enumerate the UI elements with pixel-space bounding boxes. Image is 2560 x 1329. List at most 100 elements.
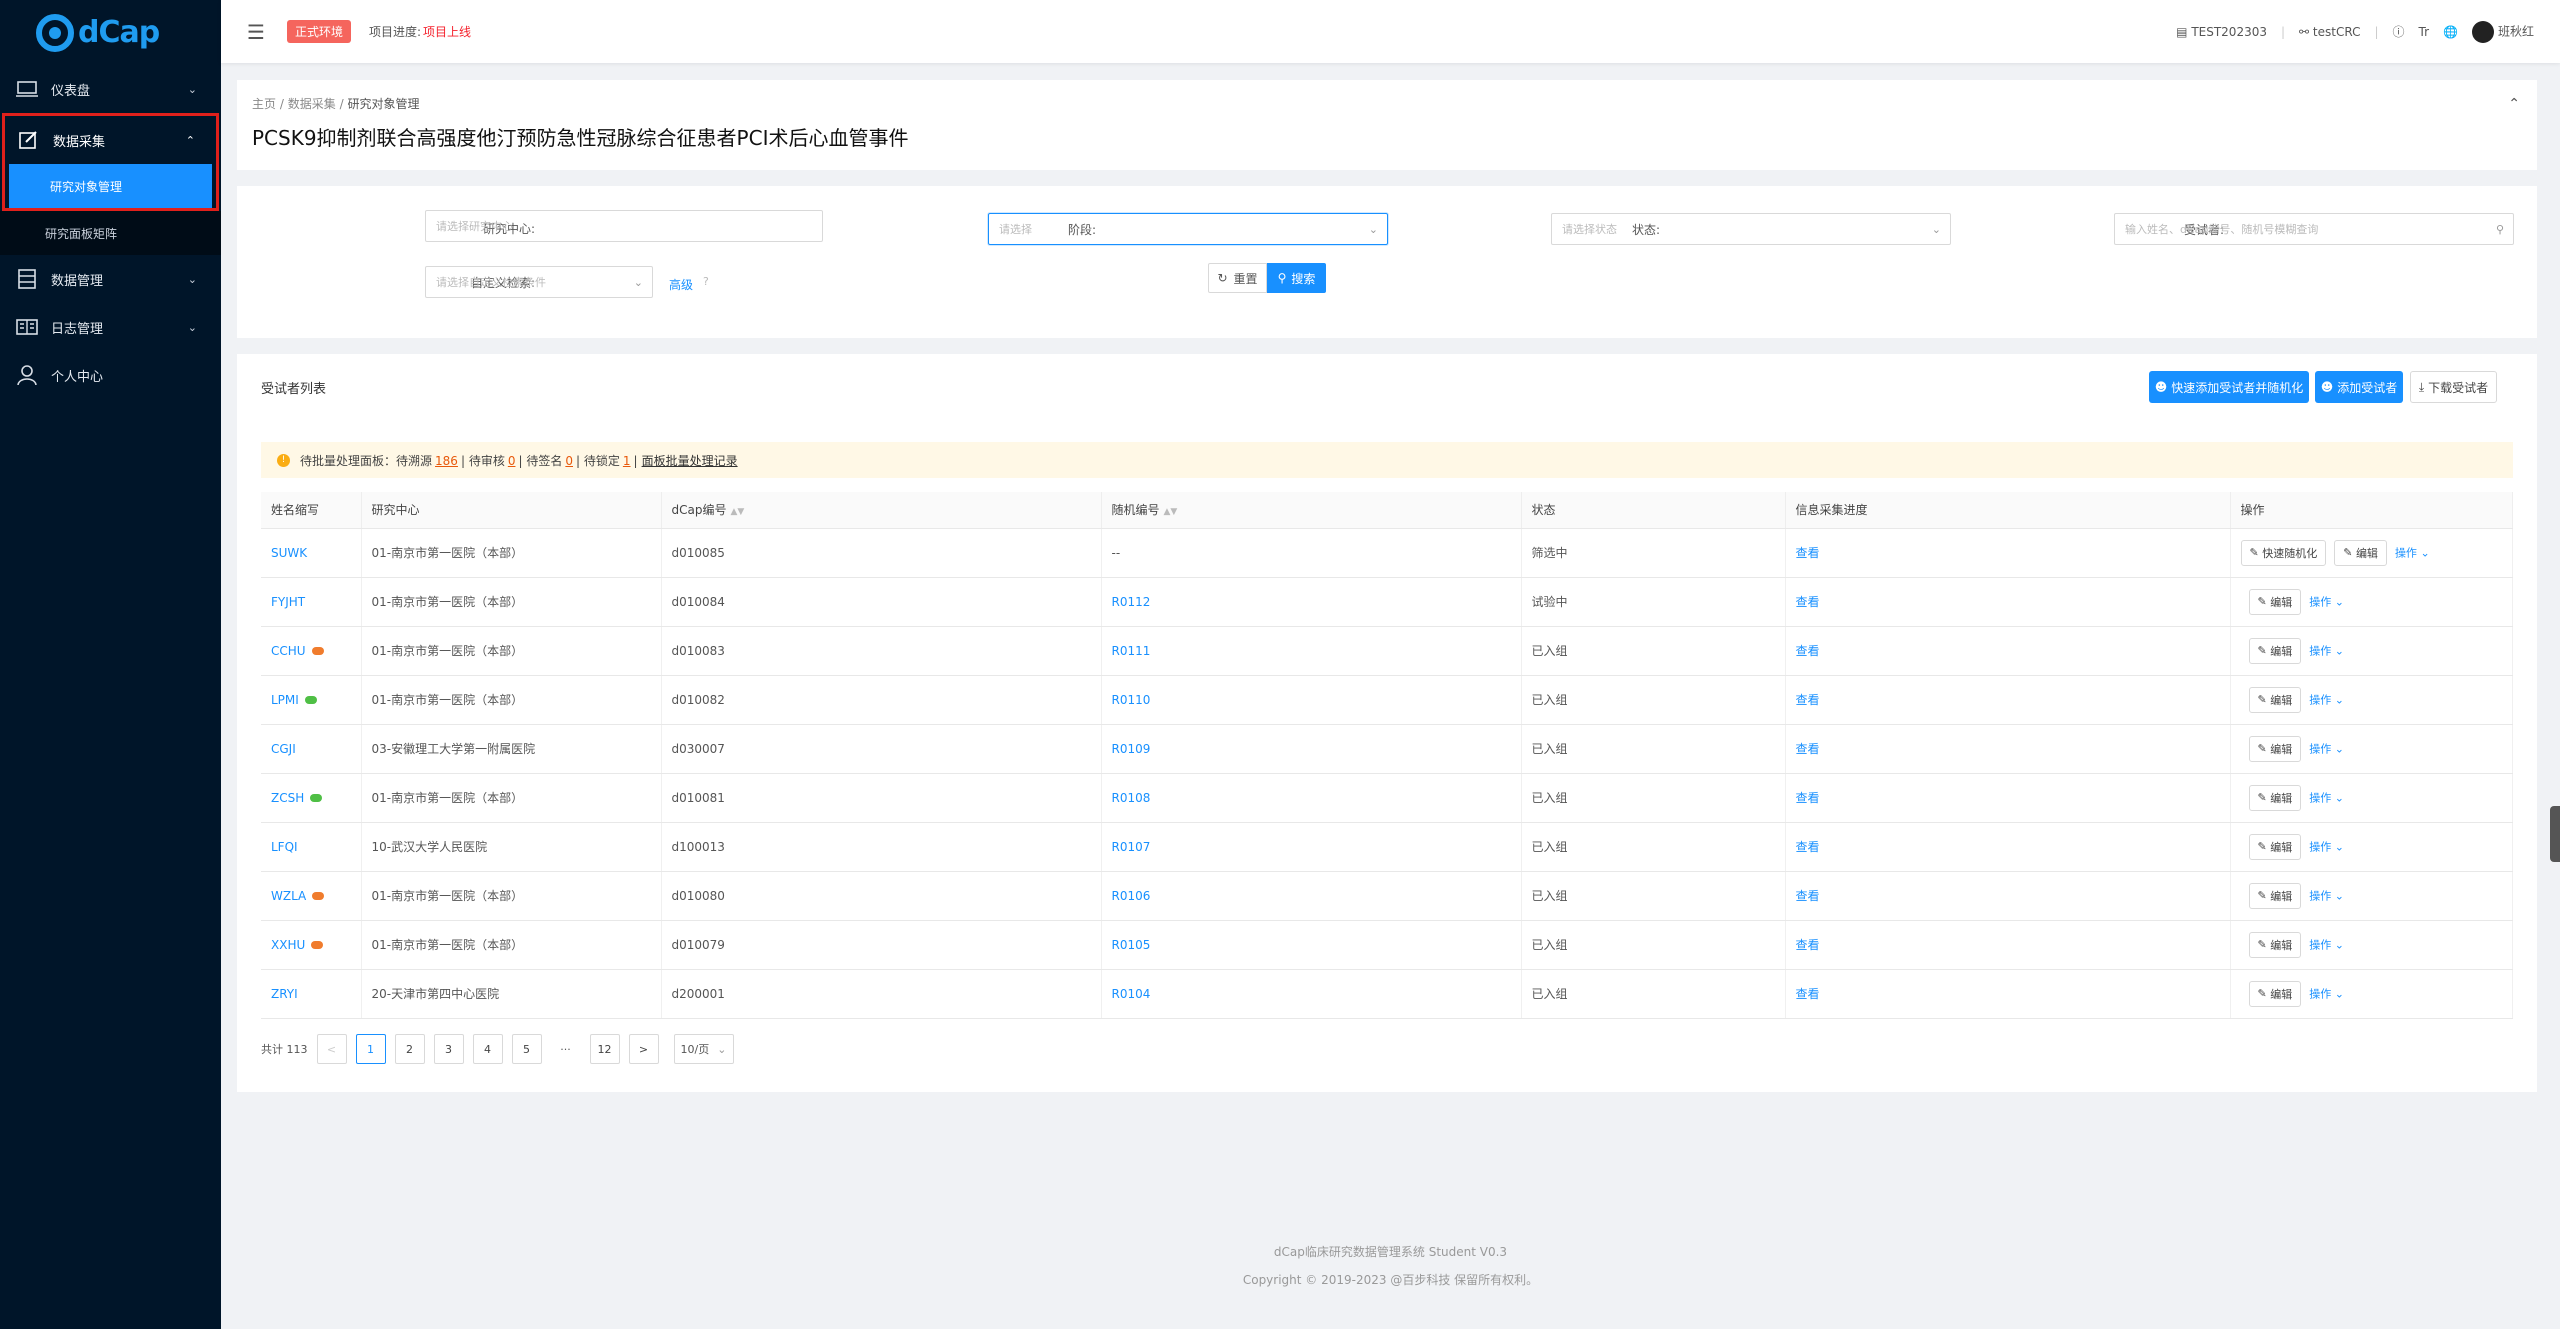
wechat-icon[interactable] (310, 794, 323, 802)
edit-button[interactable]: ✎ 编辑 (2248, 686, 2302, 713)
sidebar-subitem-panel-matrix[interactable]: 研究面板矩阵 (0, 211, 221, 255)
project-switcher[interactable]: ▤ TEST202303 (2176, 25, 2267, 39)
cell-progress-link[interactable]: 查看 (1785, 969, 2231, 1019)
cell-name[interactable]: SUWK (261, 528, 362, 578)
subject-initials[interactable]: LPMI (271, 693, 299, 707)
breadcrumb-data-collection[interactable]: 数据采集 (288, 97, 336, 111)
cell-random-id[interactable]: R0112 (1101, 577, 1522, 627)
subject-initials[interactable]: FYJHT (271, 595, 305, 609)
status-select[interactable]: 请选择状态 ⌄ (1551, 213, 1951, 245)
advanced-search-link[interactable]: 高级 (669, 276, 693, 293)
cell-progress-link[interactable]: 查看 (1785, 528, 2231, 578)
more-actions-dropdown[interactable]: 操作 ⌄ (2309, 693, 2344, 706)
add-subject-button[interactable]: ☻ 添加受试者 (2315, 371, 2403, 403)
sidebar-item-dashboard[interactable]: 仪表盘 ⌄ (0, 65, 221, 113)
page-button-4[interactable]: 4 (472, 1034, 503, 1064)
edit-button[interactable]: ✎ 编辑 (2248, 735, 2302, 762)
cell-name[interactable]: LPMI (261, 675, 362, 725)
page-button-3[interactable]: 3 (433, 1034, 464, 1064)
cell-name[interactable]: CCHU (261, 626, 362, 676)
sidebar-item-data-collection[interactable]: 数据采集 ⌃ (5, 116, 216, 164)
cell-name[interactable]: ZCSH (261, 773, 362, 823)
cell-progress-link[interactable]: 查看 (1785, 871, 2231, 921)
quick-randomize-button[interactable]: ✎ 快速随机化 (2240, 539, 2327, 566)
subject-initials[interactable]: ZCSH (271, 791, 304, 805)
page-button-5[interactable]: 5 (511, 1034, 542, 1064)
col-header-dcap[interactable]: dCap编号 ▲▼ (661, 492, 1102, 529)
reset-button[interactable]: ↻ 重置 (1208, 263, 1267, 293)
sidebar-item-data-management[interactable]: 数据管理 ⌄ (0, 255, 221, 303)
edit-button[interactable]: ✎ 编辑 (2248, 931, 2302, 958)
more-actions-dropdown[interactable]: 操作 ⌄ (2309, 840, 2344, 853)
cell-random-id[interactable]: R0111 (1101, 626, 1522, 676)
subject-initials[interactable]: CCHU (271, 644, 306, 658)
side-scroll-handle[interactable] (2550, 806, 2560, 862)
sidebar-item-personal-center[interactable]: 个人中心 (0, 351, 221, 399)
page-button-12[interactable]: 12 (589, 1034, 620, 1064)
cell-random-id[interactable]: R0110 (1101, 675, 1522, 725)
more-actions-dropdown[interactable]: 操作 ⌄ (2309, 889, 2344, 902)
cell-random-id[interactable]: R0106 (1101, 871, 1522, 921)
sidebar-subitem-subject-management[interactable]: 研究对象管理 (9, 164, 212, 208)
more-actions-dropdown[interactable]: 操作 ⌄ (2309, 644, 2344, 657)
more-actions-dropdown[interactable]: 操作 ⌄ (2309, 595, 2344, 608)
language-icon[interactable]: 🌐 (2443, 25, 2458, 39)
cell-progress-link[interactable]: 查看 (1785, 675, 2231, 725)
app-logo[interactable]: dCap (0, 0, 221, 65)
alert-count[interactable]: 1 (623, 454, 631, 468)
more-actions-dropdown[interactable]: 操作 ⌄ (2309, 791, 2344, 804)
subject-initials[interactable]: XXHU (271, 938, 305, 952)
cell-name[interactable]: ZRYI (261, 969, 362, 1019)
edit-button[interactable]: ✎ 编辑 (2248, 980, 2302, 1007)
quick-add-randomize-button[interactable]: ☻ 快速添加受试者并随机化 (2149, 371, 2309, 403)
custom-filter-select[interactable]: 请选择自定义检索条件 ⌄ (425, 266, 653, 298)
breadcrumb-home[interactable]: 主页 (252, 97, 276, 111)
collapse-icon[interactable]: ⌃ (2508, 96, 2520, 112)
edit-button[interactable]: ✎ 编辑 (2334, 539, 2387, 566)
more-actions-dropdown[interactable]: 操作 ⌄ (2309, 742, 2344, 755)
cell-random-id[interactable]: R0107 (1101, 822, 1522, 872)
page-size-select[interactable]: 10/页 ⌄ (673, 1034, 734, 1064)
cell-random-id[interactable]: R0105 (1101, 920, 1522, 970)
page-ellipsis[interactable]: ··· (551, 1043, 581, 1056)
edit-button[interactable]: ✎ 编辑 (2248, 637, 2302, 664)
cell-random-id[interactable]: R0109 (1101, 724, 1522, 774)
alert-count[interactable]: 186 (435, 454, 458, 468)
edit-button[interactable]: ✎ 编辑 (2248, 784, 2302, 811)
more-actions-dropdown[interactable]: 操作 ⌄ (2395, 546, 2430, 559)
cell-name[interactable]: FYJHT (261, 577, 362, 627)
cell-name[interactable]: LFQI (261, 822, 362, 872)
subject-initials[interactable]: ZRYI (271, 987, 298, 1001)
edit-button[interactable]: ✎ 编辑 (2248, 588, 2302, 615)
search-icon[interactable]: ⚲ (2496, 223, 2504, 236)
page-button-1[interactable]: 1 (355, 1034, 386, 1064)
cell-progress-link[interactable]: 查看 (1785, 577, 2231, 627)
cell-name[interactable]: CGJI (261, 724, 362, 774)
cell-random-id[interactable]: R0108 (1101, 773, 1522, 823)
subject-initials[interactable]: CGJI (271, 742, 296, 756)
more-actions-dropdown[interactable]: 操作 ⌄ (2309, 938, 2344, 951)
edit-button[interactable]: ✎ 编辑 (2248, 833, 2302, 860)
cell-name[interactable]: WZLA (261, 871, 362, 921)
cell-progress-link[interactable]: 查看 (1785, 773, 2231, 823)
next-page-button[interactable]: > (628, 1034, 659, 1064)
edit-button[interactable]: ✎ 编辑 (2248, 882, 2302, 909)
sidebar-item-log-management[interactable]: 日志管理 ⌄ (0, 303, 221, 351)
alert-count[interactable]: 0 (565, 454, 573, 468)
batch-record-link[interactable]: 面板批量处理记录 (642, 452, 738, 469)
user-menu[interactable]: 班秋红 (2471, 20, 2534, 43)
question-icon[interactable]: ? (703, 275, 709, 288)
download-subjects-button[interactable]: ⤓ 下载受试者 (2410, 371, 2497, 403)
chat-icon[interactable] (311, 647, 324, 655)
cell-progress-link[interactable]: 查看 (1785, 724, 2231, 774)
more-actions-dropdown[interactable]: 操作 ⌄ (2309, 987, 2344, 1000)
page-button-2[interactable]: 2 (394, 1034, 425, 1064)
role-switcher[interactable]: ⚯ testCRC (2299, 25, 2360, 39)
subject-initials[interactable]: SUWK (271, 546, 307, 560)
subject-initials[interactable]: LFQI (271, 840, 298, 854)
subject-search-input[interactable]: 输入姓名、dCap编号、随机号模糊查询 ⚲ (2114, 213, 2514, 245)
stage-select[interactable]: 请选择 ⌄ (988, 213, 1388, 245)
cell-progress-link[interactable]: 查看 (1785, 626, 2231, 676)
help-icon[interactable]: ⓘ (2393, 23, 2405, 40)
chat-icon[interactable] (311, 941, 324, 949)
